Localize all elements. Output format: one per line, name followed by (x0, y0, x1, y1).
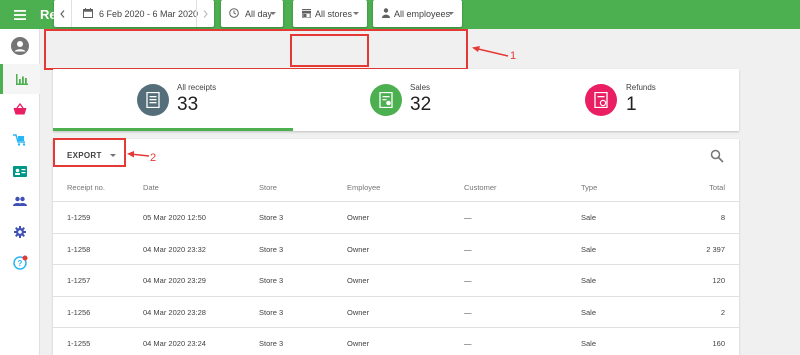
previous-period-button[interactable] (54, 0, 72, 27)
calendar-icon (83, 8, 93, 18)
reports-icon (15, 73, 28, 85)
stat-all-receipts[interactable]: All receipts 33 (53, 69, 293, 131)
date-range-picker[interactable]: 6 Feb 2020 - 6 Mar 2020 (54, 0, 214, 27)
menu-icon[interactable] (0, 0, 40, 29)
annotation-arrow-2 (127, 151, 150, 158)
next-period-button[interactable] (196, 0, 214, 27)
customers-icon (13, 196, 27, 206)
table-divider (53, 327, 739, 328)
column-header-customer[interactable]: Customer (464, 183, 497, 192)
column-header-total[interactable]: Total (653, 183, 725, 192)
sales-icon (370, 84, 402, 116)
table-divider (53, 233, 739, 234)
table-divider (53, 201, 739, 202)
column-header-employee[interactable]: Employee (347, 183, 380, 192)
badge-icon (13, 165, 27, 177)
table-divider (53, 296, 739, 297)
column-header-date[interactable]: Date (143, 183, 159, 192)
avatar[interactable] (0, 31, 40, 61)
basket-icon (13, 103, 27, 115)
employees-filter-dropdown[interactable]: All employees (373, 0, 462, 27)
clock-icon (229, 8, 239, 18)
cart-icon (13, 134, 26, 146)
chevron-down-icon (270, 12, 276, 15)
annotation-box-stores (290, 34, 369, 67)
chevron-down-icon (353, 12, 359, 15)
active-stat-indicator (53, 128, 293, 131)
sidebar-item-settings[interactable] (0, 217, 40, 247)
receipt-icon (137, 84, 169, 116)
store-icon (302, 9, 311, 18)
receipts-table-card: EXPORT Receipt no. Date Store Employee C… (53, 139, 739, 355)
column-header-store[interactable]: Store (259, 183, 277, 192)
chevron-left-icon (60, 9, 65, 18)
column-header-type[interactable]: Type (581, 183, 597, 192)
annotation-box-filters (44, 29, 468, 70)
annotation-label-2: 2 (150, 152, 157, 164)
person-icon (382, 8, 390, 18)
chevron-down-icon (448, 12, 454, 15)
sidebar-item-employees[interactable] (0, 156, 40, 186)
sidebar-item-items[interactable] (0, 94, 40, 124)
gear-icon (14, 226, 26, 238)
annotation-box-export (53, 138, 126, 167)
help-icon: ? (12, 255, 27, 270)
stat-refunds[interactable]: Refunds 1 (513, 69, 739, 131)
date-range-label: 6 Feb 2020 - 6 Mar 2020 (99, 8, 199, 19)
sidebar-item-help[interactable]: ? (0, 247, 40, 277)
sidebar-item-reports[interactable] (0, 64, 40, 94)
annotation-label-1: 1 (510, 50, 517, 62)
sidebar-item-inventory[interactable] (0, 125, 40, 155)
chevron-right-icon (203, 9, 208, 18)
refund-icon (585, 84, 617, 116)
time-filter-dropdown[interactable]: All day (221, 0, 283, 27)
annotation-arrow-1 (472, 46, 509, 57)
stores-filter-dropdown[interactable]: All stores (293, 0, 367, 27)
sidebar: ? (0, 29, 40, 355)
table-divider (53, 264, 739, 265)
summary-card: All receipts 33 Sales 32 Refunds 1 (53, 69, 739, 131)
stat-sales[interactable]: Sales 32 (293, 69, 513, 131)
svg-text:?: ? (17, 259, 22, 268)
column-header-receipt-no[interactable]: Receipt no. (67, 183, 105, 192)
search-icon[interactable] (710, 149, 724, 163)
sidebar-item-customers[interactable] (0, 186, 40, 216)
